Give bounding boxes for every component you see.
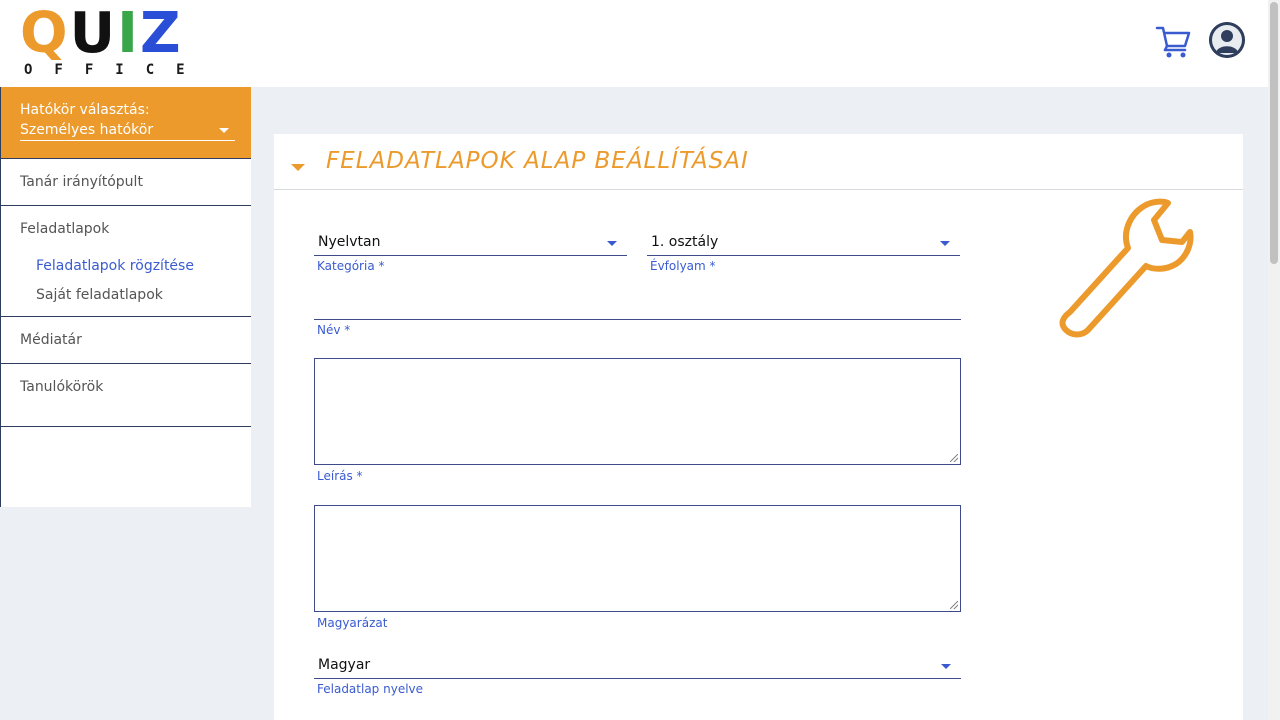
page-scrollbar[interactable] [1268, 0, 1280, 720]
sidebar-item-label: Tanulókörök [20, 379, 104, 395]
language-label: Feladatlap nyelve [317, 682, 424, 696]
divider [1, 426, 251, 427]
logo-wordmark: QUIZ [20, 6, 183, 62]
sidebar-subitem-own-worksheets[interactable]: Saját feladatlapok [1, 287, 251, 303]
sidebar-item-learning-circles[interactable]: Tanulókörök [1, 364, 251, 426]
scope-selector: Hatókör választás: Személyes hatókör [1, 87, 251, 158]
avatar-icon[interactable] [1209, 22, 1245, 58]
resize-handle[interactable] [950, 454, 958, 462]
description-label: Leírás * [317, 469, 363, 483]
card-header[interactable]: FELADATLAPOK ALAP BEÁLLÍTÁSAI [274, 134, 1243, 190]
quiz-office-logo[interactable]: QUIZ OFFICE [20, 6, 195, 80]
sidebar: Hatókör választás: Személyes hatókör Tan… [0, 87, 251, 507]
explanation-label: Magyarázat [317, 616, 388, 630]
cart-icon[interactable] [1155, 24, 1191, 58]
logo-letter-u: U [69, 1, 118, 66]
logo-subtitle: OFFICE [24, 62, 207, 78]
category-value: Nyelvtan [318, 234, 381, 250]
chevron-down-icon[interactable] [291, 164, 305, 171]
name-label: Név * [317, 323, 351, 337]
logo-letter-z: Z [139, 1, 183, 66]
sidebar-subitem-record-worksheets[interactable]: Feladatlapok rögzítése [1, 258, 251, 274]
logo-letter-q: Q [20, 1, 70, 66]
chevron-down-icon [607, 241, 617, 246]
sidebar-group-worksheets: Feladatlapok Feladatlapok rögzítése Sajá… [1, 206, 251, 316]
app-header: QUIZ OFFICE [0, 0, 1268, 87]
sidebar-item-dashboard[interactable]: Tanár irányítópult [1, 159, 251, 205]
sidebar-item-label: Tanár irányítópult [20, 174, 143, 190]
chevron-down-icon [940, 241, 950, 246]
scope-dropdown[interactable]: Személyes hatókör [20, 121, 235, 141]
category-select[interactable]: Nyelvtan [314, 232, 627, 256]
logo-letter-i: I [117, 1, 140, 66]
grade-label: Évfolyam * [650, 259, 716, 273]
category-label: Kategória * [317, 259, 385, 273]
worksheet-settings-card: FELADATLAPOK ALAP BEÁLLÍTÁSAI Nyelvtan K… [274, 134, 1243, 720]
scope-value: Személyes hatókör [20, 122, 154, 138]
wrench-icon [1050, 192, 1196, 338]
chevron-down-icon [219, 128, 229, 133]
resize-handle[interactable] [950, 601, 958, 609]
scrollbar-thumb[interactable] [1270, 2, 1278, 264]
grade-select[interactable]: 1. osztály [647, 232, 960, 256]
chevron-down-icon [941, 664, 951, 669]
language-select[interactable]: Magyar [314, 655, 961, 679]
grade-value: 1. osztály [651, 234, 719, 250]
sidebar-item-worksheets[interactable]: Feladatlapok [1, 221, 251, 237]
scope-label: Hatókör választás: [20, 102, 150, 118]
name-input[interactable] [314, 296, 961, 320]
explanation-textarea[interactable] [314, 505, 961, 612]
page-title: FELADATLAPOK ALAP BEÁLLÍTÁSAI [326, 148, 749, 174]
sidebar-item-media[interactable]: Médiatár [1, 317, 251, 363]
description-textarea[interactable] [314, 358, 961, 465]
sidebar-item-label: Médiatár [20, 332, 82, 348]
language-value: Magyar [318, 657, 371, 673]
